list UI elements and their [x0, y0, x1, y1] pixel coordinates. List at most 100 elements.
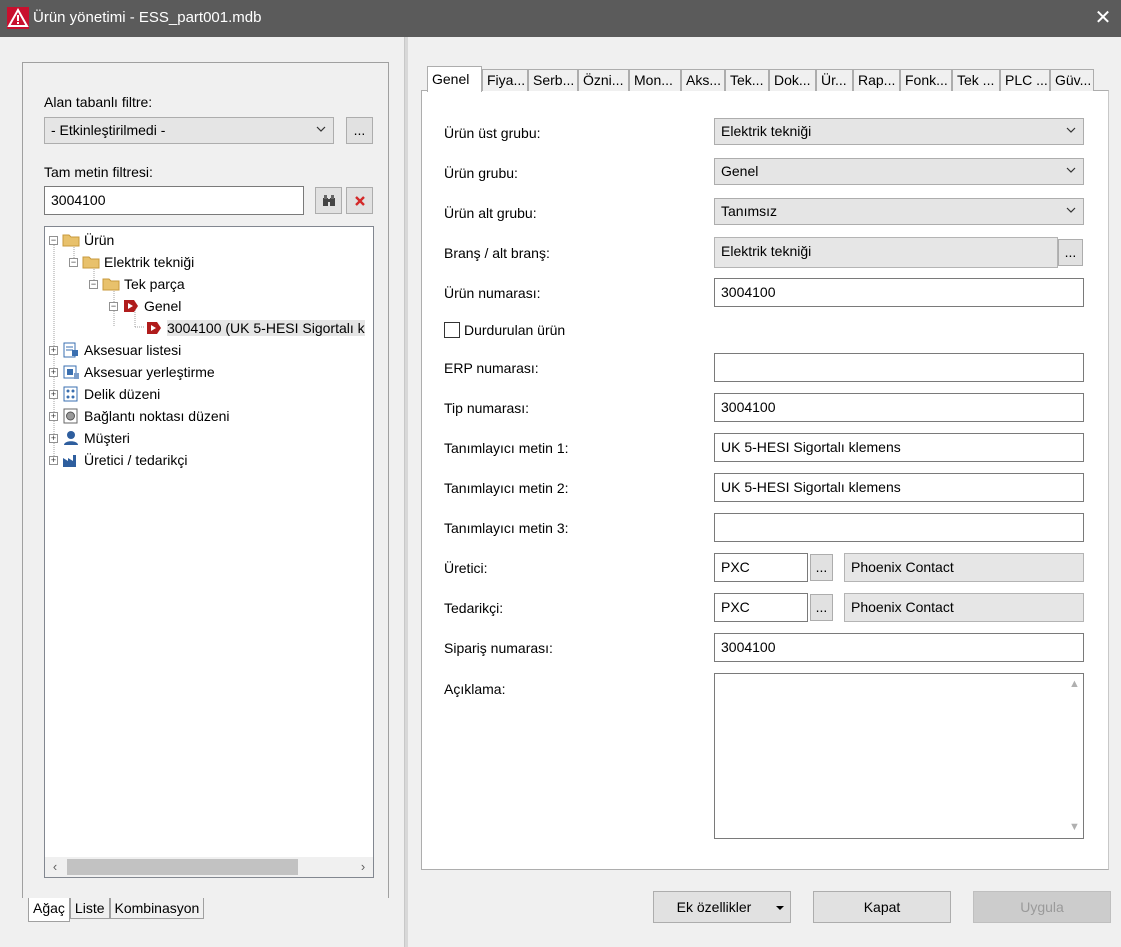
description3-field[interactable] — [714, 513, 1084, 542]
scroll-left-icon[interactable]: ‹ — [47, 859, 63, 875]
tab-urun[interactable]: Ür... — [816, 69, 853, 91]
tab-kombinasyon[interactable]: Kombinasyon — [109, 898, 205, 919]
expand-icon[interactable]: + — [49, 433, 58, 443]
tab-serbest[interactable]: Serb... — [528, 69, 578, 91]
clear-icon — [354, 196, 365, 206]
erp-number-field[interactable] — [714, 353, 1084, 382]
supplier-more-button[interactable]: ... — [810, 594, 833, 621]
scroll-thumb[interactable] — [67, 859, 298, 875]
tree-item-musteri[interactable]: + Müşteri — [49, 428, 130, 448]
chevron-up-icon[interactable]: ▲ — [1066, 676, 1083, 693]
description1-field[interactable]: UK 5-HESI Sigortalı klemens — [714, 433, 1084, 462]
expand-icon[interactable]: + — [49, 455, 58, 465]
expand-icon[interactable]: + — [49, 389, 58, 399]
folder-icon — [62, 234, 80, 247]
chevron-down-icon — [1066, 207, 1076, 213]
discipline-more-button[interactable]: ... — [1058, 239, 1083, 266]
part-number-field[interactable]: 3004100 — [714, 278, 1084, 307]
extra-properties-label: Ek özellikler — [676, 899, 752, 915]
tree-item-aksesuar-yerlestirme[interactable]: + Aksesuar yerleştirme — [49, 362, 215, 382]
apply-button[interactable]: Uygula — [973, 891, 1111, 923]
tree-item-genel[interactable]: − Genel — [109, 296, 181, 316]
tab-liste[interactable]: Liste — [69, 898, 110, 919]
discipline-field[interactable]: Elektrik tekniği — [714, 237, 1058, 268]
tree-item-3004100[interactable]: 3004100 (UK 5-HESI Sigortalı k — [145, 318, 365, 338]
tab-guvenlik[interactable]: Güv... — [1050, 69, 1094, 91]
tab-genel[interactable]: Genel — [427, 66, 482, 92]
tree-item-elektrik[interactable]: − Elektrik tekniği — [69, 252, 194, 272]
description2-field[interactable]: UK 5-HESI Sigortalı klemens — [714, 473, 1084, 502]
tree-item-label: Müşteri — [84, 430, 130, 446]
collapse-icon[interactable]: − — [69, 257, 78, 267]
product-group-select[interactable]: Genel — [714, 158, 1084, 185]
erp-number-label: ERP numarası: — [444, 360, 539, 376]
tree-horizontal-scrollbar[interactable]: ‹ › — [45, 857, 373, 877]
supplier-label: Tedarikçi: — [444, 600, 504, 616]
product-subgroup-value: Tanımsız — [721, 203, 778, 219]
collapse-icon[interactable]: − — [49, 235, 58, 245]
accessory-list-icon — [63, 342, 78, 358]
tab-fonksiyon[interactable]: Fonk... — [900, 69, 952, 91]
close-window-button[interactable]: ✕ — [1089, 4, 1117, 32]
clear-filter-button[interactable] — [346, 187, 373, 214]
product-subgroup-select[interactable]: Tanımsız — [714, 198, 1084, 225]
expand-icon[interactable]: + — [49, 345, 58, 355]
tab-agac[interactable]: Ağaç — [28, 898, 70, 922]
field-filter-select[interactable]: - Etkinleştirilmedi - — [44, 117, 334, 144]
tab-aksesuar[interactable]: Aks... — [681, 69, 725, 91]
chevron-down-icon — [316, 126, 326, 132]
tree-item-urun[interactable]: − Ürün — [49, 230, 114, 250]
chevron-down-icon[interactable]: ▼ — [1066, 819, 1083, 836]
order-number-field[interactable]: 3004100 — [714, 633, 1084, 662]
tree-item-aksesuar-listesi[interactable]: + Aksesuar listesi — [49, 340, 181, 360]
close-button[interactable]: Kapat — [813, 891, 951, 923]
tab-montaj[interactable]: Mon... — [629, 69, 681, 91]
manufacturer-code-field[interactable]: PXC — [714, 553, 808, 582]
tab-tek[interactable]: Tek ... — [952, 69, 1000, 91]
tab-dokuman[interactable]: Dok... — [769, 69, 816, 91]
tab-ozniteilkler[interactable]: Özni... — [578, 69, 629, 91]
note-textarea[interactable]: ▲ ▼ — [714, 673, 1084, 839]
warning-icon — [7, 7, 29, 29]
tree-item-baglanti-noktasi[interactable]: + Bağlantı noktası düzeni — [49, 406, 230, 426]
tree-item-uretici[interactable]: + Üretici / tedarikçi — [49, 450, 187, 470]
discontinued-checkbox[interactable] — [444, 322, 460, 338]
description2-label: Tanımlayıcı metin 2: — [444, 480, 569, 496]
left-bottom-tabs: Ağaç Liste Kombinasyon — [28, 898, 205, 922]
tree-item-tek-parca[interactable]: − Tek parça — [89, 274, 185, 294]
note-label: Açıklama: — [444, 681, 506, 697]
supplier-name-field: Phoenix Contact — [844, 593, 1084, 622]
splitter[interactable] — [404, 37, 408, 947]
description1-label: Tanımlayıcı metin 1: — [444, 440, 569, 456]
tab-rapor[interactable]: Rap... — [853, 69, 900, 91]
expand-icon[interactable]: + — [49, 367, 58, 377]
product-subgroup-label: Ürün alt grubu: — [444, 205, 537, 221]
product-top-group-select[interactable]: Elektrik tekniği — [714, 118, 1084, 145]
expand-icon[interactable]: + — [49, 411, 58, 421]
tab-teknik[interactable]: Tek... — [725, 69, 769, 91]
type-number-field[interactable]: 3004100 — [714, 393, 1084, 422]
fulltext-filter-input[interactable]: 3004100 — [44, 186, 304, 215]
field-filter-more-button[interactable]: ... — [346, 117, 373, 144]
tree-item-label: Aksesuar yerleştirme — [84, 364, 215, 380]
collapse-icon[interactable]: − — [109, 301, 118, 311]
note-scrollbar[interactable]: ▲ ▼ — [1066, 674, 1083, 838]
tree-item-delik-duzeni[interactable]: + Delik düzeni — [49, 384, 160, 404]
manufacturer-label: Üretici: — [444, 560, 488, 576]
binoculars-button[interactable] — [315, 187, 342, 214]
scroll-right-icon[interactable]: › — [355, 859, 371, 875]
manufacturer-more-button[interactable]: ... — [810, 554, 833, 581]
extra-properties-button[interactable]: Ek özellikler — [653, 891, 791, 923]
product-top-group-label: Ürün üst grubu: — [444, 125, 541, 141]
supplier-code-field[interactable]: PXC — [714, 593, 808, 622]
folder-icon — [82, 256, 100, 269]
tab-plc[interactable]: PLC ... — [1000, 69, 1050, 91]
tab-fiyat[interactable]: Fiya... — [482, 69, 528, 91]
product-tree[interactable]: − Ürün − Elektrik tekniği − Tek parça − … — [44, 226, 374, 878]
title-bar: Ürün yönetimi - ESS_part001.mdb ✕ — [0, 0, 1121, 37]
tree-item-label: Bağlantı noktası düzeni — [84, 408, 230, 424]
description3-label: Tanımlayıcı metin 3: — [444, 520, 569, 536]
collapse-icon[interactable]: − — [89, 279, 98, 289]
part-icon — [147, 322, 161, 334]
accessory-placement-icon — [63, 365, 79, 379]
